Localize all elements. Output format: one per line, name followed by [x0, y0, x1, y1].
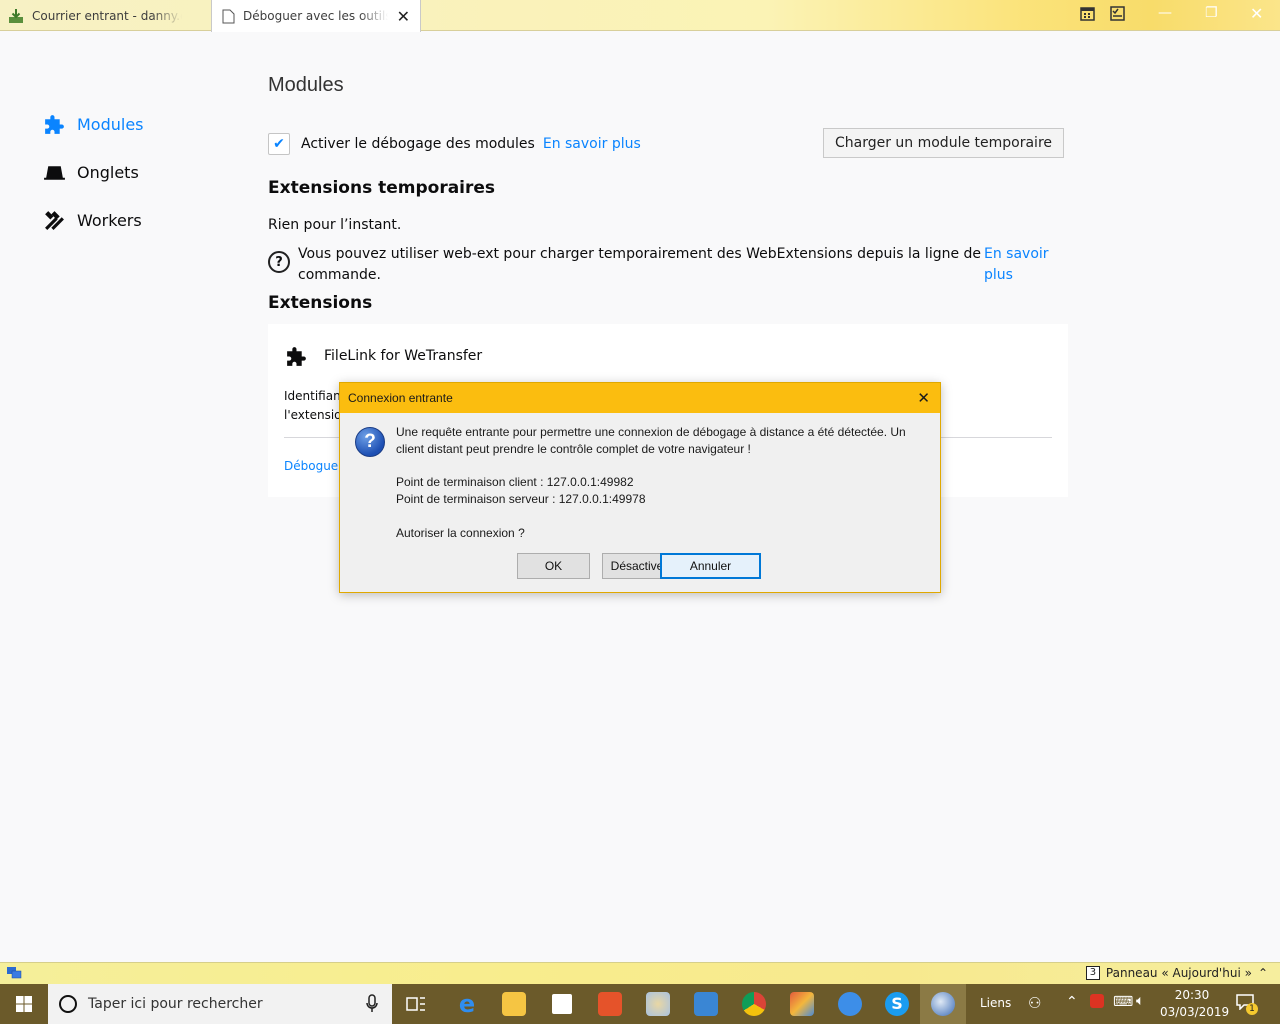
dialog-question: Autoriser la connexion ? [396, 526, 525, 540]
puzzle-icon [287, 347, 306, 366]
puzzle-icon [45, 115, 64, 134]
file-explorer-icon[interactable] [502, 992, 526, 1016]
inbox-download-icon [9, 8, 23, 23]
dialog-titlebar: Connexion entrante ✕ [340, 383, 940, 413]
close-icon[interactable]: ✕ [917, 389, 930, 407]
tasks-icon[interactable] [1110, 6, 1125, 21]
calendar-day-icon: 3 [1085, 966, 1100, 980]
sidebar-item-label: Workers [77, 211, 142, 230]
edge-icon[interactable]: e [455, 992, 479, 1016]
tab-title: Déboguer avec les outils de [243, 9, 388, 23]
sidebar-item-label: Modules [77, 115, 144, 134]
tab-bar: Courrier entrant - danny.darbie Déboguer… [0, 0, 1280, 32]
empty-message: Rien pour l’instant. [268, 217, 402, 233]
chrome-icon[interactable] [742, 992, 766, 1016]
question-icon: ? [355, 427, 385, 457]
photos-app-icon[interactable] [598, 992, 622, 1016]
enable-debug-label: Activer le débogage des modules [301, 136, 535, 152]
notification-count: 1 [1246, 1003, 1258, 1015]
chevron-up-icon[interactable]: ⌃ [1066, 994, 1078, 1010]
sidebar-item-tabs[interactable]: Onglets [42, 160, 139, 185]
link-line: En savoir [984, 246, 1049, 262]
virtualbox-icon[interactable] [790, 992, 814, 1016]
page-title: Modules [268, 74, 344, 96]
webext-info: Vous pouvez utiliser web-ext pour charge… [298, 244, 981, 286]
webext-learn-more-link[interactable]: En savoir plus [984, 244, 1049, 286]
tab-debugging[interactable]: Déboguer avec les outils de ✕ [211, 0, 421, 32]
volume-icon[interactable]: 🔈︎ [1136, 993, 1144, 1009]
taskbar-search[interactable]: Taper ici pour rechercher [48, 984, 392, 1024]
tab-inbox[interactable]: Courrier entrant - danny.darbie [0, 0, 210, 31]
clock-date: 03/03/2019 [1160, 1005, 1230, 1019]
windows-icon [16, 996, 32, 1012]
incoming-connection-dialog: Connexion entrante ✕ ? Une requête entra… [339, 382, 941, 593]
action-center-button[interactable]: 1 [1236, 994, 1258, 1015]
windows-taskbar: Taper ici pour rechercher e S Liens ⚇ ⌃ … [0, 984, 1280, 1024]
client-endpoint: Point de terminaison client : 127.0.0.1:… [396, 475, 634, 489]
calendar-icon[interactable] [1080, 6, 1095, 21]
minimize-icon[interactable]: — [1158, 5, 1172, 21]
webext-info-line: commande. [298, 267, 381, 283]
connection-icon [7, 967, 22, 979]
tab-title: Courrier entrant - danny.darbie [32, 8, 182, 23]
page-icon [222, 9, 235, 23]
learn-more-link[interactable]: En savoir plus [543, 136, 641, 152]
message-line: Une requête entrante pour permettre une … [396, 425, 906, 439]
links-toolbar[interactable]: Liens [980, 996, 1011, 1010]
temp-extensions-heading: Extensions temporaires [268, 178, 496, 198]
maximize-icon[interactable]: ❐ [1205, 5, 1218, 21]
enable-debug-row: ✔ Activer le débogage des modules En sav… [268, 133, 641, 155]
paint-icon[interactable] [646, 992, 670, 1016]
cancel-button[interactable]: Annuler [660, 553, 761, 579]
tab-icon [44, 166, 65, 180]
store-icon[interactable] [550, 992, 574, 1016]
clock[interactable]: 20:30 03/03/2019 [1160, 987, 1230, 1021]
today-pane-toggle[interactable]: 3 Panneau « Aujourd'hui » ⌃ [1085, 966, 1268, 980]
search-placeholder: Taper ici pour rechercher [88, 996, 263, 1012]
thunderbird-taskbar-button[interactable] [920, 984, 966, 1024]
cortana-icon [59, 995, 77, 1013]
thunderbird-icon [931, 992, 955, 1016]
network-icon[interactable]: ⌨ [1113, 994, 1133, 1010]
debug-link[interactable]: Déboguer [284, 459, 343, 473]
microphone-icon[interactable] [366, 994, 378, 1014]
extension-name: FileLink for WeTransfer [324, 348, 483, 364]
task-view-icon[interactable] [406, 995, 426, 1013]
skype-icon[interactable]: S [885, 992, 909, 1016]
sidebar-item-workers[interactable]: Workers [42, 208, 142, 233]
remote-desktop-icon[interactable] [694, 992, 718, 1016]
today-pane-label: Panneau « Aujourd'hui » [1105, 966, 1252, 980]
endpoints: Point de terminaison client : 127.0.0.1:… [396, 474, 646, 508]
status-bar: 3 Panneau « Aujourd'hui » ⌃ [0, 962, 1280, 984]
thunderbird-compose-icon[interactable] [838, 992, 862, 1016]
dialog-title: Connexion entrante [348, 391, 453, 405]
close-window-icon[interactable]: ✕ [1250, 4, 1263, 23]
webext-info-line: Vous pouvez utiliser web-ext pour charge… [298, 246, 982, 262]
start-button[interactable] [0, 984, 48, 1024]
load-temporary-addon-button[interactable]: Charger un module temporaire [823, 128, 1064, 158]
chevron-up-icon: ⌃ [1257, 966, 1268, 980]
sidebar-item-modules[interactable]: Modules [42, 112, 144, 137]
enable-debug-checkbox[interactable]: ✔ [268, 133, 290, 155]
tools-icon [45, 211, 64, 230]
clock-time: 20:30 [1174, 988, 1210, 1002]
message-line: client distant peut prendre le contrôle … [396, 442, 751, 456]
sidebar-item-label: Onglets [77, 163, 139, 182]
close-tab-icon[interactable]: ✕ [397, 7, 410, 26]
extensions-heading: Extensions [268, 293, 373, 313]
question-icon: ? [268, 251, 290, 273]
people-icon[interactable]: ⚇ [1028, 994, 1041, 1012]
link-line: plus [984, 267, 1013, 283]
antivirus-icon[interactable] [1090, 994, 1104, 1008]
server-endpoint: Point de terminaison serveur : 127.0.0.1… [396, 492, 646, 506]
ok-button[interactable]: OK [517, 553, 590, 579]
dialog-message: Une requête entrante pour permettre une … [396, 424, 906, 458]
